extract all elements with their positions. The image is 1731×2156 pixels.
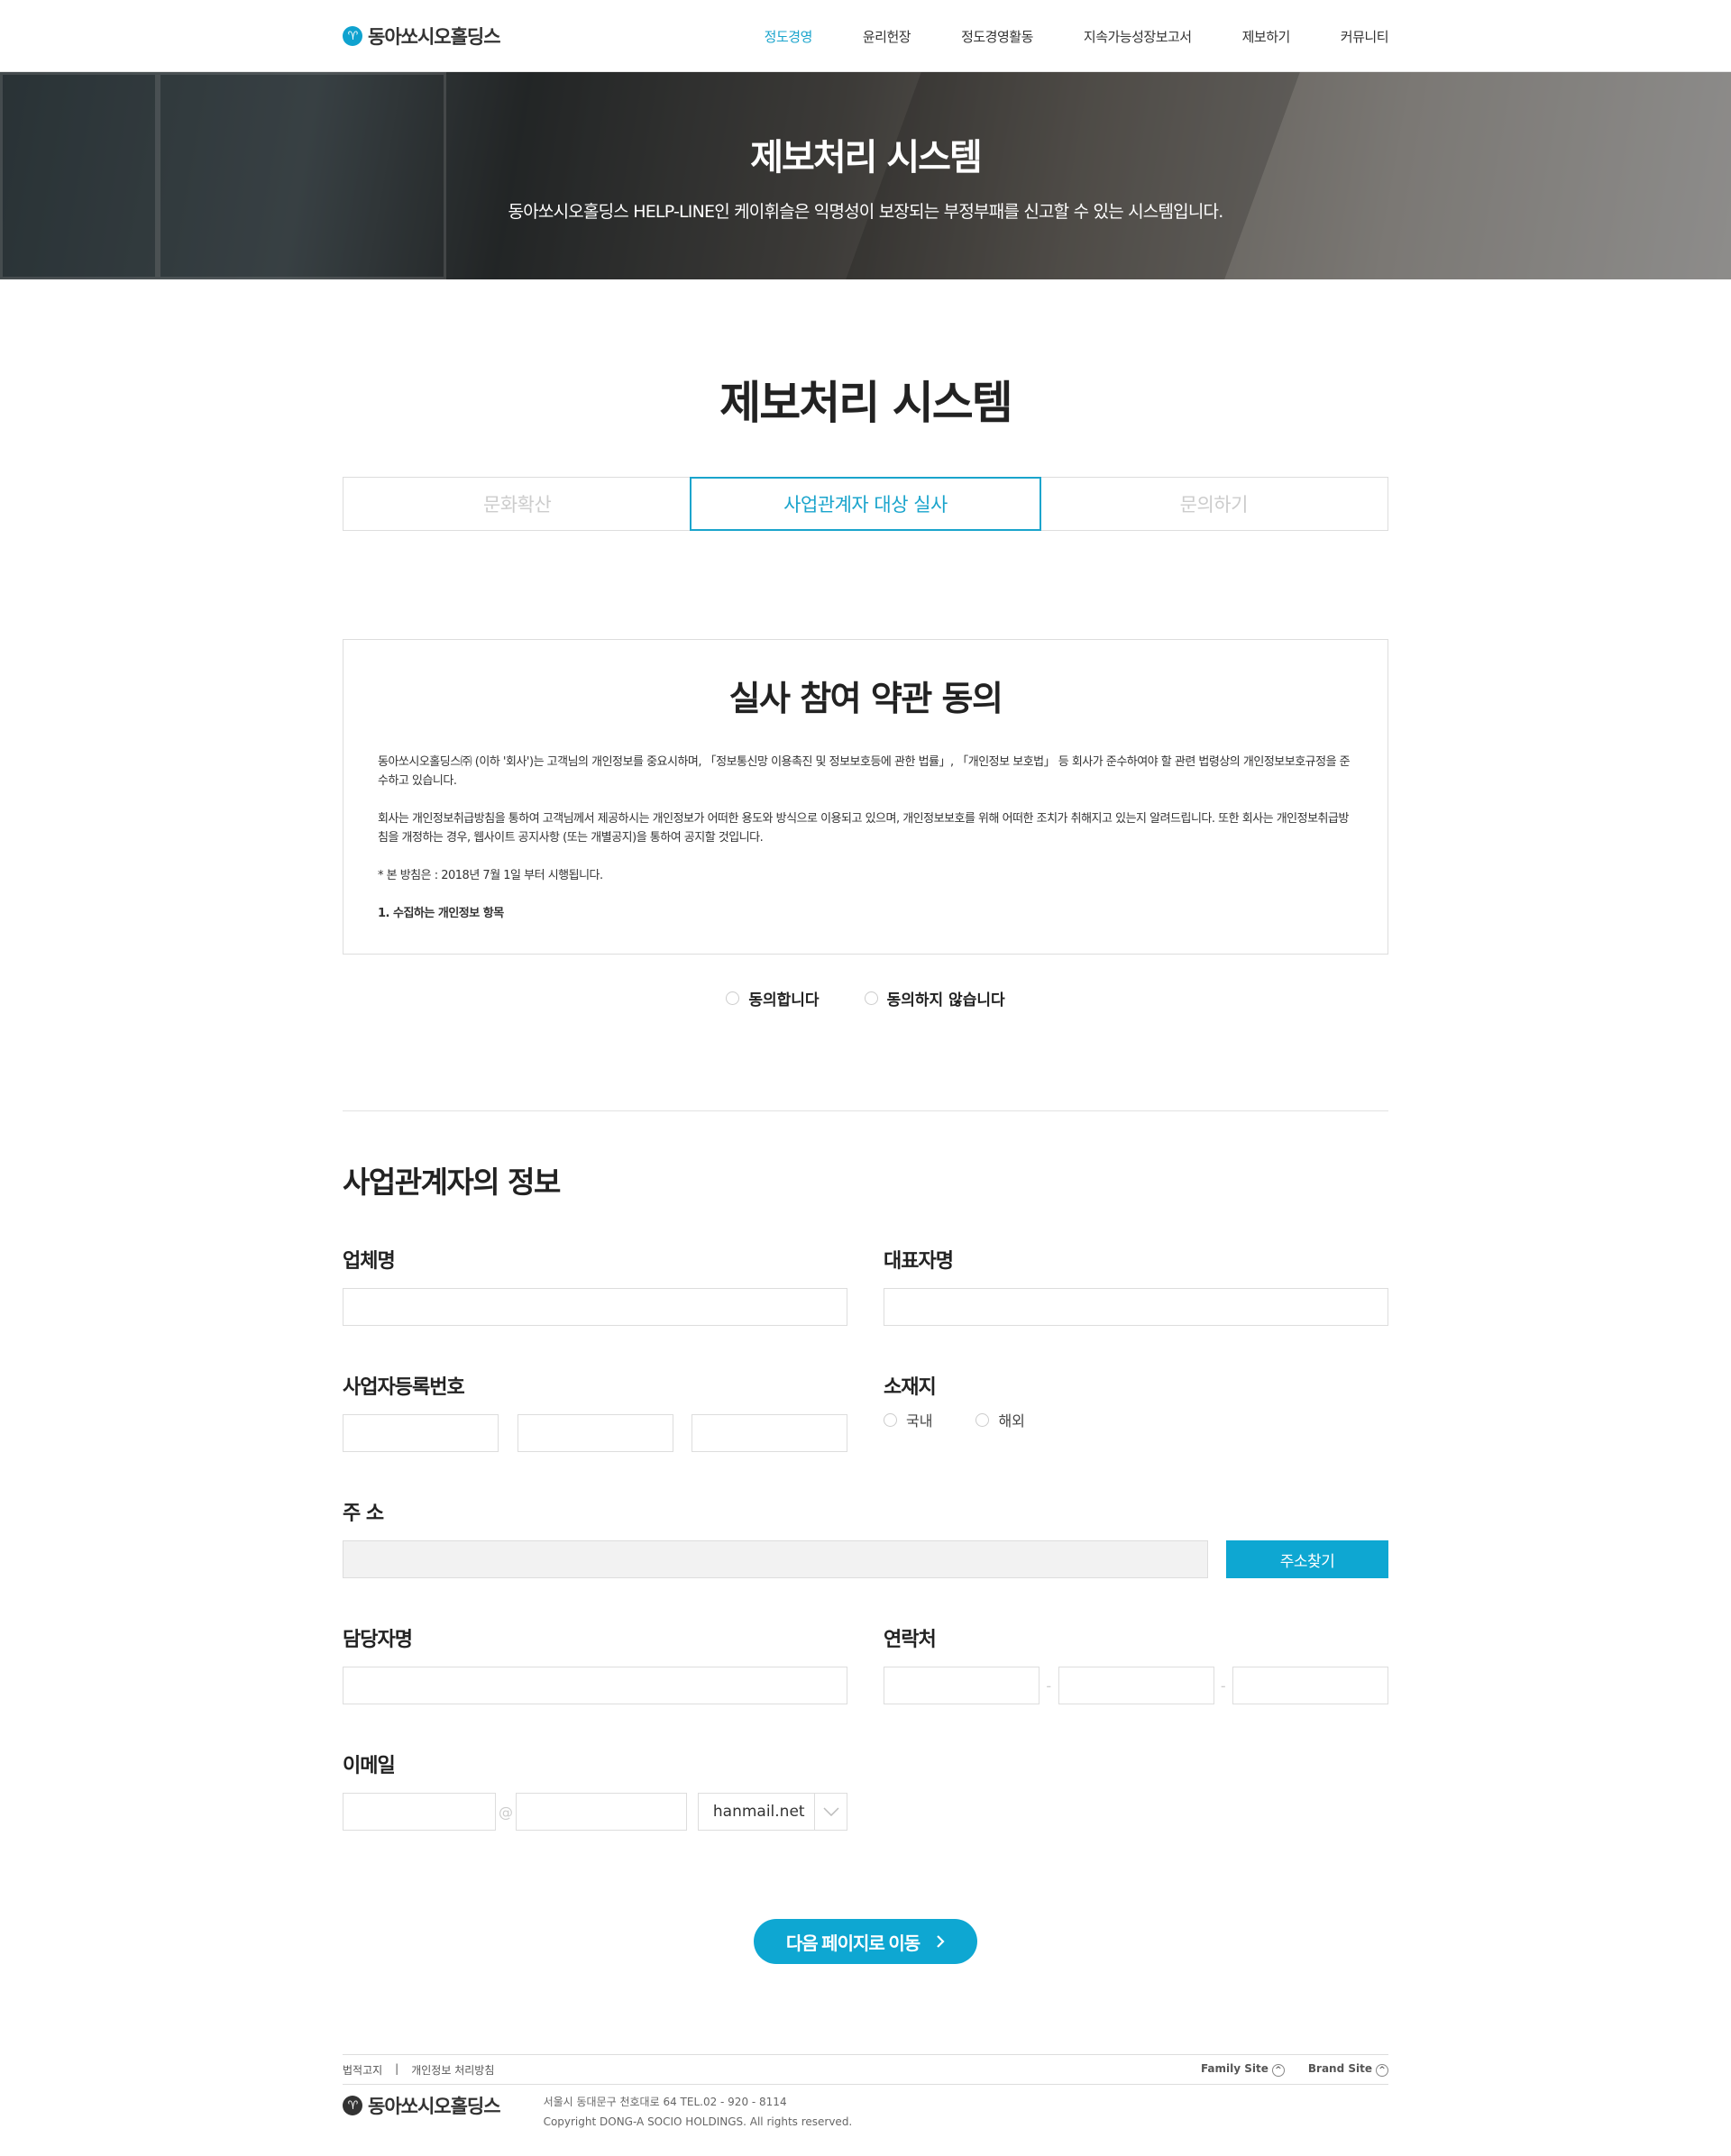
footer-link-divider: | xyxy=(395,2061,399,2075)
agree-yes-radio[interactable]: 동의합니다 xyxy=(726,987,820,1009)
form-row: 이메일 @ hanmail.net xyxy=(343,1749,1388,1831)
tab-bar: 문화확산 사업관계자 대상 실사 문의하기 xyxy=(343,477,1388,531)
ceo-input[interactable] xyxy=(884,1288,1388,1326)
section-divider xyxy=(343,1110,1388,1111)
terms-box[interactable]: 실사 참여 약관 동의 동아쏘시오홀딩스㈜ (이하 '회사')는 고객님의 개인… xyxy=(343,639,1388,955)
company-label: 업체명 xyxy=(343,1250,396,1273)
logo-mark-icon: ♈ xyxy=(343,26,362,46)
agree-yes-label: 동의합니다 xyxy=(748,991,820,1009)
location-label: 소재지 xyxy=(884,1376,937,1399)
form-row: 담당자명 연락처 - - xyxy=(343,1623,1388,1704)
biz-no-input-1[interactable] xyxy=(343,1414,499,1452)
location-domestic-label: 국내 xyxy=(906,1412,933,1430)
terms-paragraph: 회사는 개인정보취급방침을 통하여 고객님께서 제공하시는 개인정보가 어떠한 … xyxy=(378,812,1349,845)
nav-item-sustainability-report[interactable]: 지속가능성장보고서 xyxy=(1084,27,1192,46)
banner-title: 제보처리 시스템 xyxy=(750,137,983,178)
manager-label: 담당자명 xyxy=(343,1629,413,1651)
terms-title: 실사 참여 약관 동의 xyxy=(728,679,1003,718)
email-at-sign: @ xyxy=(498,1803,513,1821)
email-domain-selected: hanmail.net xyxy=(712,1803,805,1821)
location-overseas-label: 해외 xyxy=(998,1412,1025,1430)
page-title: 제보처리 시스템 xyxy=(719,377,1012,429)
nav-item-report[interactable]: 제보하기 xyxy=(1242,27,1291,46)
location-overseas-radio[interactable]: 해외 xyxy=(975,1409,1025,1430)
biz-no-input-2[interactable] xyxy=(517,1414,673,1452)
family-site-label: Family Site xyxy=(1200,2062,1268,2075)
hero-banner: 제보처리 시스템 동아쏘시오홀딩스 HELP-LINE인 케이휘슬은 익명성이 … xyxy=(0,72,1731,279)
nav-item-ethics-activities[interactable]: 정도경영활동 xyxy=(961,27,1033,46)
contact-input-2[interactable] xyxy=(1058,1667,1214,1704)
chevron-up-icon: ^ xyxy=(1271,2064,1285,2077)
company-input[interactable] xyxy=(343,1288,847,1326)
chevron-up-icon: ^ xyxy=(1376,2064,1388,2077)
banner-subtitle: 동아쏘시오홀딩스 HELP-LINE인 케이휘슬은 익명성이 보장되는 부정부패… xyxy=(508,202,1224,222)
radio-circle-icon xyxy=(884,1412,897,1427)
next-page-label: 다음 페이지로 이동 xyxy=(785,1933,920,1954)
radio-circle-icon xyxy=(726,991,740,1005)
footer-logo-text: 동아쏘시오홀딩스 xyxy=(368,2096,501,2117)
terms-item-heading: 1. 수집하는 개인정보 항목 xyxy=(378,907,504,920)
nav-item-community[interactable]: 커뮤니티 xyxy=(1341,27,1389,46)
biz-no-input-3[interactable] xyxy=(691,1414,847,1452)
nav-item-ethics-charter[interactable]: 윤리헌장 xyxy=(863,27,911,46)
email-domain-input[interactable] xyxy=(515,1793,687,1831)
address-label: 주 소 xyxy=(343,1503,384,1525)
footer-copyright: Copyright DONG-A SOCIO HOLDINGS. All rig… xyxy=(543,2115,853,2128)
radio-circle-icon xyxy=(864,991,878,1005)
email-domain-select[interactable]: hanmail.net xyxy=(697,1793,847,1831)
legal-notice-link[interactable]: 법적고지 xyxy=(343,2062,382,2078)
site-header: ♈ 동아쏘시오홀딩스 정도경영 윤리헌장 정도경영활동 지속가능성장보고서 제보… xyxy=(0,0,1731,72)
chevron-down-icon xyxy=(814,1794,847,1830)
main-nav: 정도경영 윤리헌장 정도경영활동 지속가능성장보고서 제보하기 커뮤니티 xyxy=(765,27,1389,46)
address-input[interactable] xyxy=(343,1540,1208,1578)
footer-logo: ♈ 동아쏘시오홀딩스 xyxy=(343,2092,501,2119)
ceo-label: 대표자명 xyxy=(884,1250,954,1273)
terms-paragraph: 동아쏘시오홀딩스㈜ (이하 '회사')는 고객님의 개인정보를 중요시하며, 「… xyxy=(378,755,1351,788)
site-footer: 법적고지 | 개인정보 처리방침 Family Site ^ Brand Site… xyxy=(343,2054,1388,2150)
agree-no-radio[interactable]: 동의하지 않습니다 xyxy=(864,987,1005,1009)
tab-inquiry[interactable]: 문의하기 xyxy=(1040,478,1388,530)
privacy-policy-link[interactable]: 개인정보 처리방침 xyxy=(411,2062,494,2078)
footer-address: 서울시 동대문구 천호대로 64 TEL.02 - 920 - 8114 xyxy=(543,2096,787,2108)
location-domestic-radio[interactable]: 국내 xyxy=(884,1409,932,1430)
terms-body: 동아쏘시오홀딩스㈜ (이하 '회사')는 고객님의 개인정보를 중요시하며, 「… xyxy=(378,753,1353,923)
brand-site-label: Brand Site xyxy=(1307,2062,1372,2075)
manager-input[interactable] xyxy=(343,1667,847,1704)
logo-mark-icon: ♈ xyxy=(343,2096,362,2115)
logo-text: 동아쏘시오홀딩스 xyxy=(368,26,501,48)
tab-culture[interactable]: 문화확산 xyxy=(343,478,691,530)
site-logo[interactable]: ♈ 동아쏘시오홀딩스 xyxy=(343,23,501,50)
contact-input-1[interactable] xyxy=(884,1667,1040,1704)
contact-separator: - xyxy=(1046,1676,1052,1695)
brand-site-link[interactable]: Brand Site ^ xyxy=(1308,2062,1388,2077)
next-page-button[interactable]: 다음 페이지로 이동 xyxy=(753,1919,978,1964)
biz-no-label: 사업자등록번호 xyxy=(343,1376,465,1399)
chevron-right-icon xyxy=(937,1935,945,1948)
terms-paragraph: * 본 방침은 : 2018년 7월 1일 부터 시행됩니다. xyxy=(378,869,603,882)
email-label: 이메일 xyxy=(343,1755,396,1777)
nav-item-ethics-management[interactable]: 정도경영 xyxy=(765,27,813,46)
section-title: 사업관계자의 정보 xyxy=(343,1165,561,1200)
contact-input-3[interactable] xyxy=(1232,1667,1388,1704)
tab-partner-audit[interactable]: 사업관계자 대상 실사 xyxy=(690,477,1041,531)
contact-label: 연락처 xyxy=(884,1629,937,1651)
agree-options: 동의합니다 동의하지 않습니다 xyxy=(343,987,1388,1009)
family-site-link[interactable]: Family Site ^ xyxy=(1201,2062,1285,2077)
radio-circle-icon xyxy=(975,1412,990,1427)
form-row: 사업자등록번호 소재지 국내 해외 xyxy=(343,1371,1388,1452)
form-row: 주 소 주소찾기 xyxy=(343,1497,1388,1578)
address-search-button[interactable]: 주소찾기 xyxy=(1226,1540,1388,1578)
contact-separator: - xyxy=(1220,1676,1226,1695)
agree-no-label: 동의하지 않습니다 xyxy=(886,991,1005,1009)
email-id-input[interactable] xyxy=(343,1793,496,1831)
form-row: 업체명 대표자명 xyxy=(343,1245,1388,1326)
